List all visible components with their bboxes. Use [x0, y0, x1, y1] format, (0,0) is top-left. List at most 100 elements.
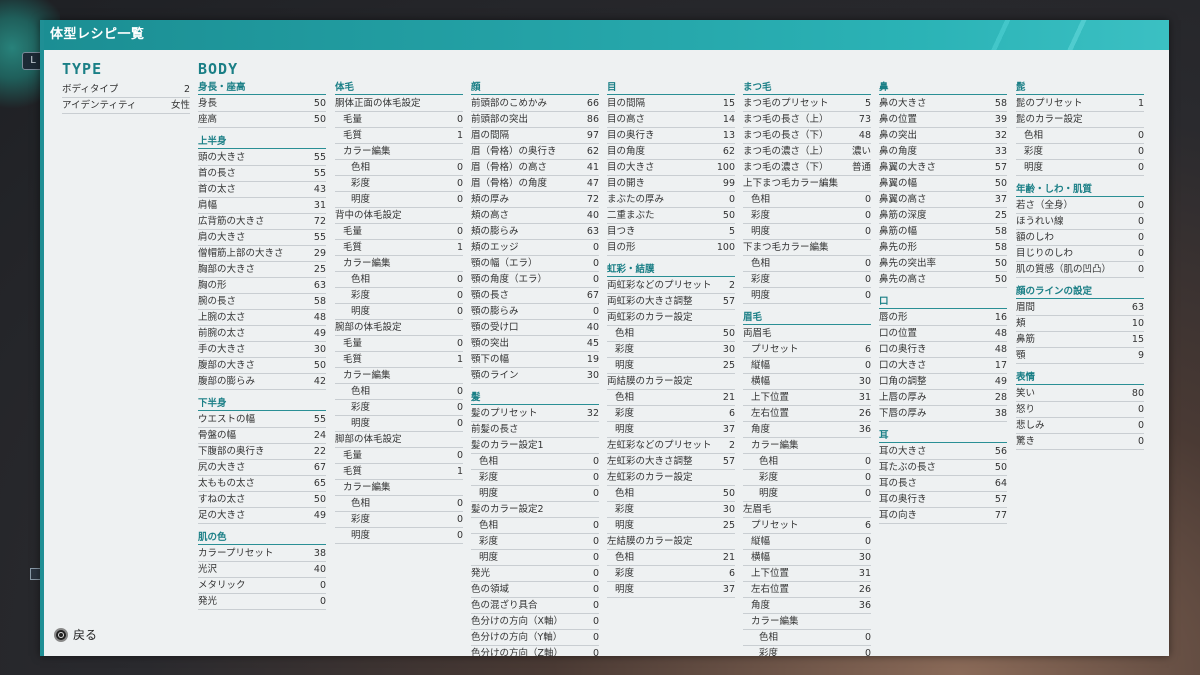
- recipe-row-value: 2: [728, 439, 735, 451]
- recipe-row-label: 頬の厚み: [471, 193, 510, 205]
- recipe-row-value: 0: [1137, 403, 1144, 415]
- recipe-row-value: 0: [864, 257, 871, 269]
- recipe-row: カラー編集: [335, 368, 463, 384]
- recipe-row-value: 0: [1137, 247, 1144, 259]
- recipe-row-label: 発光: [471, 567, 491, 579]
- recipe-row-value: 0: [592, 455, 599, 467]
- recipe-row-value: 15: [722, 97, 735, 109]
- recipe-row-label: 座高: [198, 113, 218, 125]
- recipe-row: 顎の受け口 40: [471, 320, 599, 336]
- recipe-row-label: 色相: [1024, 129, 1044, 141]
- recipe-row-value: 39: [994, 113, 1007, 125]
- recipe-row-label: 発光: [198, 595, 218, 607]
- section-title: まつ毛: [743, 82, 871, 95]
- recipe-row: 口の奥行き 48: [879, 342, 1007, 358]
- recipe-row-value: 0: [592, 471, 599, 483]
- recipe-row-label: 顎の膨らみ: [471, 305, 519, 317]
- recipe-row: 左右位置 26: [743, 582, 871, 598]
- recipe-row: 鼻先の突出率 50: [879, 256, 1007, 272]
- recipe-row-value: 80: [1131, 387, 1144, 399]
- recipe-row: 眉の間隔 97: [471, 128, 599, 144]
- recipe-row-value: 37: [722, 423, 735, 435]
- recipe-row-label: 彩度: [759, 647, 779, 657]
- recipe-row-value: 0: [456, 289, 463, 301]
- recipe-row: 彩度 30: [607, 342, 735, 358]
- recipe-row: 目じりのしわ 0: [1016, 246, 1144, 262]
- recipe-row: 明度 0: [335, 528, 463, 544]
- recipe-row: 髭のプリセット 1: [1016, 96, 1144, 112]
- recipe-row: 両虹彩などのプリセット 2: [607, 278, 735, 294]
- recipe-row: 両結膜のカラー設定: [607, 374, 735, 390]
- recipe-row-label: まつ毛の濃さ（上）: [743, 145, 829, 157]
- recipe-row-value: 67: [313, 461, 326, 473]
- recipe-row-value: 0: [728, 193, 735, 205]
- recipe-row-label: ほうれい線: [1016, 215, 1064, 227]
- recipe-row: 彩度 0: [471, 470, 599, 486]
- recipe-row-label: 色相: [479, 455, 499, 467]
- recipe-row-value: 2: [728, 279, 735, 291]
- recipe-row: 色相 50: [607, 486, 735, 502]
- recipe-row-label: 笑い: [1016, 387, 1036, 399]
- recipe-row: 両眉毛: [743, 326, 871, 342]
- recipe-row-value: 62: [586, 145, 599, 157]
- back-button[interactable]: 戻る: [54, 626, 97, 643]
- recipe-row-label: 頬: [1016, 317, 1026, 329]
- recipe-row-label: 彩度: [751, 209, 771, 221]
- recipe-row: 頬の膨らみ 63: [471, 224, 599, 240]
- recipe-row-value: 50: [313, 493, 326, 505]
- header-decoration: [929, 20, 1169, 50]
- recipe-row: 色の領域 0: [471, 582, 599, 598]
- recipe-row-value: 0: [592, 519, 599, 531]
- recipe-row-label: 縦幅: [751, 535, 771, 547]
- recipe-row-value: 40: [313, 563, 326, 575]
- recipe-row-label: 彩度: [479, 535, 499, 547]
- recipe-row-label: カラー編集: [751, 439, 799, 451]
- recipe-row-label: 頭の大きさ: [198, 151, 246, 163]
- recipe-row-value: 50: [722, 487, 735, 499]
- recipe-row-label: 口の奥行き: [879, 343, 927, 355]
- recipe-row-label: 上腕の太さ: [198, 311, 246, 323]
- recipe-row-value: 63: [313, 279, 326, 291]
- recipe-row-label: 毛量: [343, 113, 363, 125]
- recipe-row: 色相 0: [335, 160, 463, 176]
- recipe-row-value: 31: [313, 199, 326, 211]
- recipe-row: 髭のカラー設定: [1016, 112, 1144, 128]
- recipe-row-label: 僧帽筋上部の大きさ: [198, 247, 284, 259]
- recipe-row-value: 50: [313, 97, 326, 109]
- recipe-row-label: 尻の大きさ: [198, 461, 246, 473]
- recipe-row-value: 0: [319, 579, 326, 591]
- recipe-row-label: 鼻の位置: [879, 113, 918, 125]
- recipe-row-label: 左右位置: [751, 407, 790, 419]
- recipe-row: 耳の長さ 64: [879, 476, 1007, 492]
- recipe-row-value: 濃い: [851, 145, 871, 157]
- recipe-row: 左眉毛: [743, 502, 871, 518]
- recipe-row-label: 胸部の大きさ: [198, 263, 256, 275]
- recipe-row: 笑い 80: [1016, 386, 1144, 402]
- recipe-row: 色相 50: [607, 326, 735, 342]
- recipe-row: 毛質 1: [335, 240, 463, 256]
- recipe-row-value: 0: [864, 631, 871, 643]
- recipe-row-value: 0: [1137, 161, 1144, 173]
- recipe-row: 首の太さ 43: [198, 182, 326, 198]
- recipe-row-value: 0: [592, 631, 599, 643]
- recipe-row: 色相 0: [335, 272, 463, 288]
- recipe-row-label: 明度: [615, 519, 635, 531]
- recipe-row-value: 30: [722, 503, 735, 515]
- recipe-row-label: 目の形: [607, 241, 636, 253]
- recipe-row: 明度 0: [335, 304, 463, 320]
- recipe-row-label: 耳の奥行き: [879, 493, 927, 505]
- left-accent-bar: [40, 20, 44, 656]
- recipe-row: 胸部の大きさ 25: [198, 262, 326, 278]
- recipe-row: 頬の高さ 40: [471, 208, 599, 224]
- recipe-row-value: 36: [858, 599, 871, 611]
- recipe-row-value: 0: [456, 401, 463, 413]
- recipe-row-label: 手の大きさ: [198, 343, 246, 355]
- recipe-row: まつ毛の濃さ（下） 普通: [743, 160, 871, 176]
- recipe-row-value: 50: [722, 209, 735, 221]
- recipe-row: 彩度 30: [607, 502, 735, 518]
- recipe-row: 怒り 0: [1016, 402, 1144, 418]
- recipe-row-label: 彩度: [1024, 145, 1044, 157]
- recipe-row: 上唇の厚み 28: [879, 390, 1007, 406]
